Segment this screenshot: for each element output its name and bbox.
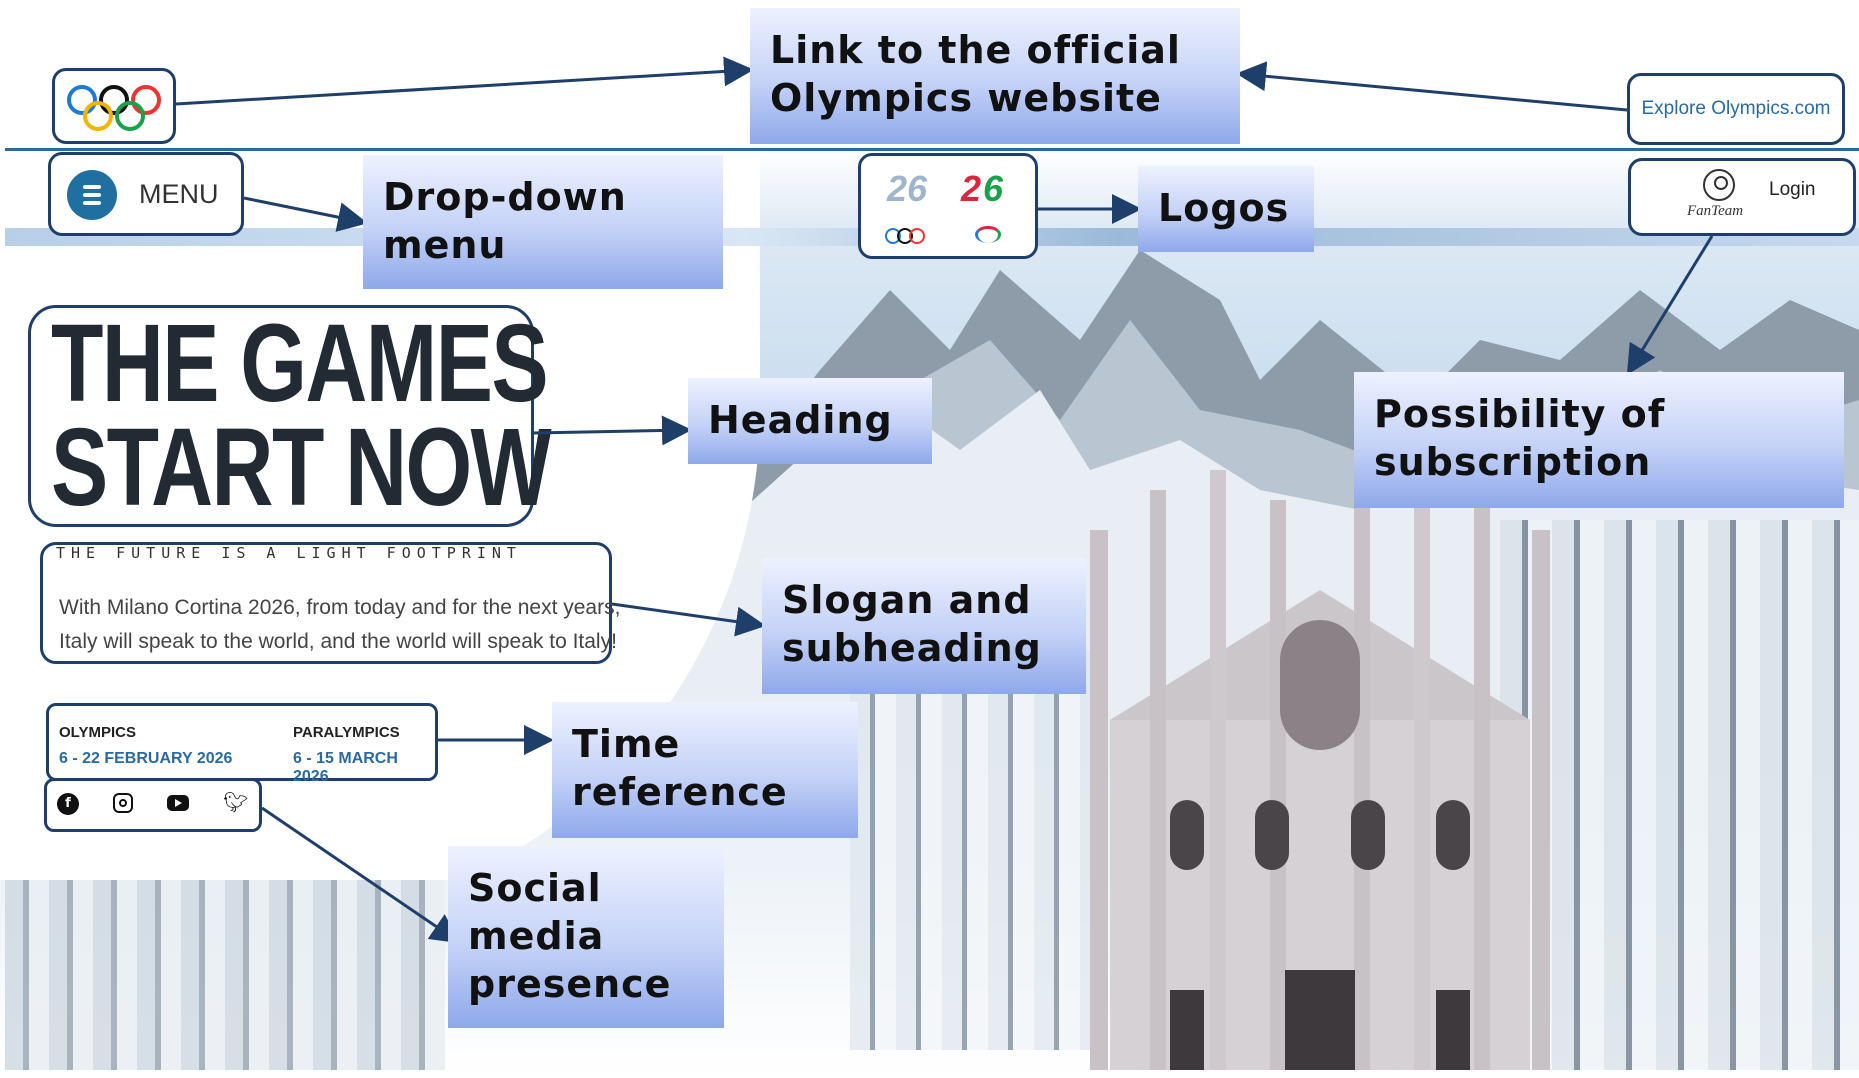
callout-subscription-line1: Possibility of	[1374, 392, 1666, 436]
callout-heading-line1: Heading	[708, 398, 893, 442]
connector-arrows	[175, 56, 1714, 944]
callout-subscription: Possibility of subscription	[1354, 372, 1844, 508]
callout-time-line2: reference	[572, 770, 788, 814]
callout-social-line2: media	[468, 914, 605, 958]
callout-subscription-line2: subscription	[1374, 440, 1652, 484]
callout-heading: Heading	[688, 378, 932, 464]
callout-official-link: Link to the official Olympics website	[750, 8, 1240, 144]
callout-dropdown: Drop-down menu	[363, 155, 723, 289]
callout-official-link-line1: Link to the official	[770, 28, 1181, 72]
callout-slogan-line1: Slogan and	[782, 578, 1032, 622]
callout-logos: Logos	[1138, 166, 1314, 252]
callout-logos-line1: Logos	[1158, 186, 1290, 230]
callout-social: Social media presence	[448, 846, 724, 1028]
annotated-screenshot: Explore Olympics.com MENU 26 2 6 FanTeam…	[0, 0, 1859, 1078]
callout-social-line1: Social	[468, 866, 602, 910]
callout-slogan: Slogan and subheading	[762, 558, 1086, 694]
callout-social-line3: presence	[468, 962, 672, 1006]
callout-dropdown-line2: menu	[383, 223, 507, 267]
callout-time-line1: Time	[572, 722, 681, 766]
callout-time: Time reference	[552, 702, 858, 838]
callout-slogan-line2: subheading	[782, 626, 1042, 670]
callout-dropdown-line1: Drop-down	[383, 175, 627, 219]
callout-official-link-line2: Olympics website	[770, 76, 1162, 120]
